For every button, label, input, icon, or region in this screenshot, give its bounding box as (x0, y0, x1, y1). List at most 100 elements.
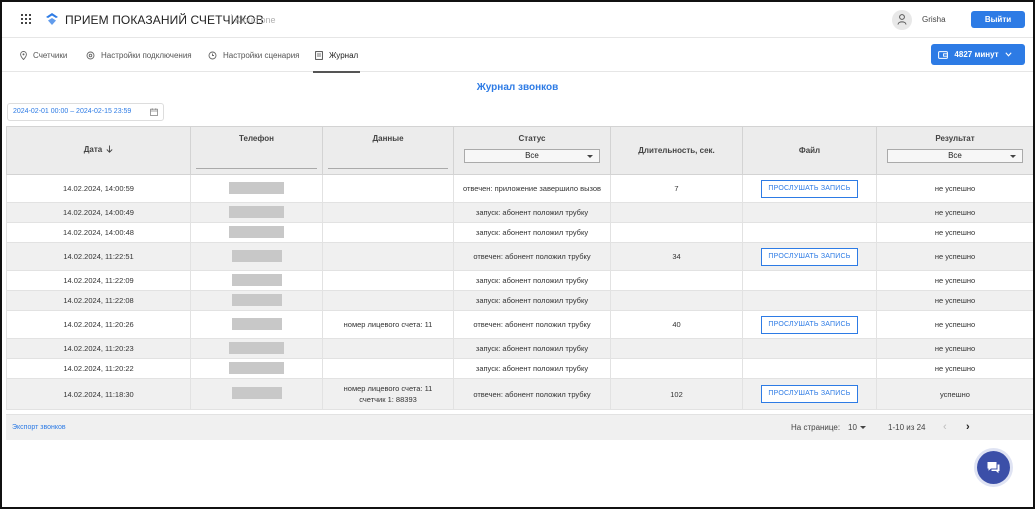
logout-button[interactable]: Выйти (971, 11, 1025, 28)
date-range-picker[interactable]: 2024-02-01 00:00 – 2024-02-15 23:59 (7, 103, 164, 121)
date-cell: 14.02.2024, 14:00:49 (6, 202, 191, 223)
caret-down-icon (587, 155, 593, 158)
data-cell: номер лицевого счета: 11 счетчик 1: 88393 (322, 378, 454, 410)
duration-cell (610, 358, 743, 379)
tab-journal[interactable]: Журнал (312, 38, 361, 73)
col-data-label: Данные (372, 134, 404, 143)
data-cell (322, 338, 454, 359)
file-cell: ПРОСЛУШАТЬ ЗАПИСЬ (742, 242, 877, 271)
date-cell: 14.02.2024, 11:18:30 (6, 378, 191, 410)
file-cell: ПРОСЛУШАТЬ ЗАПИСЬ (742, 174, 877, 203)
table-row: 14.02.2024, 14:00:48 запуск: абонент поло… (6, 222, 1033, 243)
pagination-range: 1-10 из 24 (888, 423, 926, 432)
listen-recording-button[interactable]: ПРОСЛУШАТЬ ЗАПИСЬ (761, 247, 858, 266)
table-row: 14.02.2024, 11:22:08 запуск: абонент поло… (6, 290, 1033, 311)
phone-redacted-mask (231, 249, 282, 262)
date-range-value: 2024-02-01 00:00 – 2024-02-15 23:59 (13, 108, 132, 115)
minutes-balance-button[interactable]: 4827 минут (931, 44, 1025, 65)
avatar[interactable] (892, 10, 912, 30)
page-title: Журнал звонков (476, 82, 559, 93)
username: Grisha (922, 15, 946, 24)
duration-cell (610, 222, 743, 243)
prev-page-icon[interactable]: ‹ (943, 421, 947, 433)
tab-scenario-settings[interactable]: Настройки сценария (208, 38, 300, 72)
phone-redacted-mask (231, 387, 282, 399)
tab-meters[interactable]: Счетчики (20, 38, 67, 72)
phone-cell (190, 270, 323, 291)
clock-icon (208, 51, 217, 59)
col-result-label: Результат (935, 134, 975, 143)
status-cell: запуск: абонент положил трубку (453, 222, 611, 243)
status-cell: запуск: абонент положил трубку (453, 358, 611, 379)
journal-icon (315, 50, 323, 60)
app-title: ПРИЕМ ПОКАЗАНИЙ СЧЕТЧИКОВ (65, 13, 264, 27)
export-calls-link[interactable]: Экспорт звонков (12, 424, 66, 431)
table-row: 14.02.2024, 11:20:23 запуск: абонент поло… (6, 338, 1033, 359)
minutes-label: 4827 минут (954, 50, 999, 59)
file-cell: ПРОСЛУШАТЬ ЗАПИСЬ (742, 378, 877, 410)
result-cell: не успешно (876, 202, 1033, 223)
top-bar: ПРИЕМ ПОКАЗАНИЙ СЧЕТЧИКОВ Kloud.one Gris… (2, 2, 1033, 38)
file-cell (742, 290, 877, 311)
status-cell: отвечен: приложение завершило вызов (453, 174, 611, 203)
per-page-select[interactable]: 10 (848, 423, 866, 432)
phone-redacted-mask (231, 293, 282, 306)
tab-connection-settings[interactable]: Настройки подключения (86, 38, 192, 72)
duration-cell: 40 (610, 310, 743, 339)
file-cell (742, 222, 877, 243)
phone-redacted-mask (229, 361, 284, 374)
date-cell: 14.02.2024, 11:20:26 (6, 310, 191, 339)
status-cell: отвечен: абонент положил трубку (453, 310, 611, 339)
apps-grid-icon[interactable] (21, 14, 31, 24)
date-cell: 14.02.2024, 14:00:48 (6, 222, 191, 243)
data-line-1: номер лицевого счета: 11 (343, 384, 433, 393)
status-filter-value: Все (525, 151, 539, 160)
caret-down-icon (859, 426, 866, 430)
table-row: 14.02.2024, 11:20:22 запуск: абонент поло… (6, 358, 1033, 379)
wallet-icon (938, 51, 949, 59)
user-icon (897, 14, 907, 25)
chat-button[interactable] (977, 451, 1010, 484)
result-filter-value: Все (948, 151, 962, 160)
table-row: 14.02.2024, 11:18:30 номер лицевого счета… (6, 378, 1033, 410)
location-pin-icon (20, 50, 27, 60)
logo-icon (46, 13, 58, 25)
file-cell: ПРОСЛУШАТЬ ЗАПИСЬ (742, 310, 877, 339)
listen-recording-button[interactable]: ПРОСЛУШАТЬ ЗАПИСЬ (761, 179, 858, 198)
data-cell (322, 290, 454, 311)
phone-cell (190, 290, 323, 311)
col-duration-label: Длительность, сек. (638, 146, 715, 155)
chat-icon (987, 462, 1000, 474)
phone-cell (190, 174, 323, 203)
next-page-icon[interactable]: › (966, 421, 970, 433)
status-filter-select[interactable]: Все (464, 149, 600, 163)
tab-label: Счетчики (33, 50, 68, 60)
tab-label: Журнал (329, 50, 359, 60)
brand-name: Kloud.one (235, 15, 276, 25)
calls-table: Дата Телефон Данные Статус Все Длительно… (6, 126, 1033, 410)
data-filter-input[interactable] (328, 168, 448, 169)
duration-cell (610, 202, 743, 223)
col-date-header[interactable]: Дата (6, 126, 191, 175)
data-cell (322, 222, 454, 243)
brand-divider (231, 14, 232, 25)
result-filter-select[interactable]: Все (887, 149, 1023, 163)
col-status-header: Статус Все (453, 126, 611, 175)
tab-label: Настройки сценария (223, 50, 300, 60)
sort-arrow-down-icon (106, 145, 113, 153)
listen-recording-button[interactable]: ПРОСЛУШАТЬ ЗАПИСЬ (761, 385, 858, 403)
caret-down-icon (1010, 155, 1016, 158)
tab-label: Настройки подключения (101, 50, 192, 60)
calendar-icon (150, 108, 158, 116)
col-status-label: Статус (518, 134, 546, 143)
phone-filter-input[interactable] (196, 168, 317, 169)
result-cell: не успешно (876, 174, 1033, 203)
file-cell (742, 270, 877, 291)
result-cell: не успешно (876, 290, 1033, 311)
phone-redacted-mask (229, 341, 284, 354)
status-cell: запуск: абонент положил трубку (453, 270, 611, 291)
date-cell: 14.02.2024, 11:22:08 (6, 290, 191, 311)
phone-cell (190, 202, 323, 223)
date-cell: 14.02.2024, 11:22:51 (6, 242, 191, 271)
listen-recording-button[interactable]: ПРОСЛУШАТЬ ЗАПИСЬ (761, 315, 858, 334)
